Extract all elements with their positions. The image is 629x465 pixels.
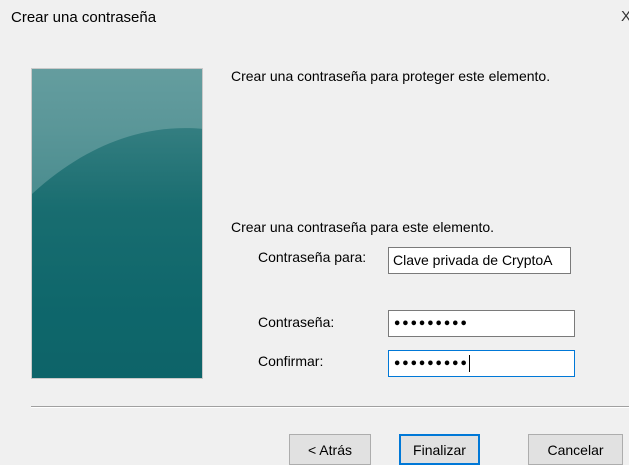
back-button[interactable]: < Atrás [289, 434, 371, 465]
password-value: ••••••••• [393, 317, 468, 332]
section-title: Crear una contraseña para este elemento. [231, 219, 495, 235]
confirm-password-input[interactable]: ••••••••• [388, 350, 575, 377]
password-label: Contraseña: [258, 314, 335, 330]
finish-button[interactable]: Finalizar [399, 434, 480, 465]
text-caret [468, 355, 470, 372]
cancel-button[interactable]: Cancelar [528, 434, 623, 465]
intro-text: Crear una contraseña para proteger este … [231, 68, 551, 84]
close-icon[interactable]: X [621, 8, 629, 25]
confirm-label: Confirmar: [258, 353, 324, 369]
password-for-field[interactable]: Clave privada de CryptoA [388, 247, 571, 274]
password-input[interactable]: ••••••••• [388, 310, 575, 337]
wizard-side-image [31, 68, 203, 379]
window-title: Crear una contraseña [11, 9, 157, 26]
wizard-side-graphic [32, 69, 202, 378]
footer-divider [31, 406, 629, 408]
password-for-label: Contraseña para: [258, 249, 367, 265]
confirm-value: ••••••••• [393, 357, 468, 372]
